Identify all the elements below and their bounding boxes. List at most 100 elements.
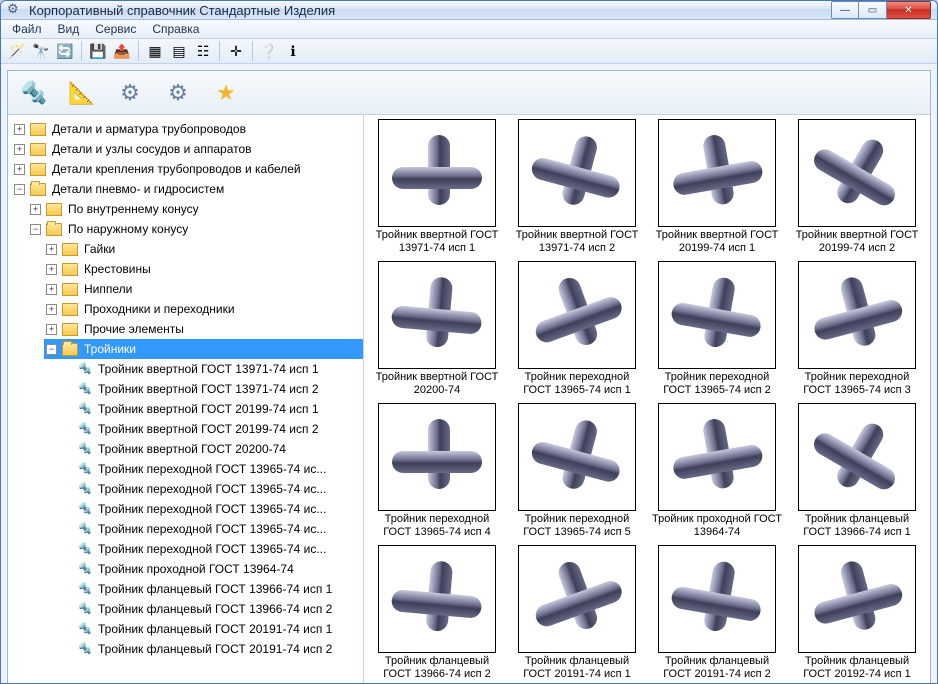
thumbnail-item[interactable]: Тройник ввертной ГОСТ 20200-74	[372, 261, 502, 397]
thumbnail-caption: Тройник ввертной ГОСТ 20199-74 исп 2	[792, 229, 922, 255]
expand-icon[interactable]: +	[14, 124, 25, 135]
tree-leaf[interactable]: 🔩Тройник фланцевый ГОСТ 13966-74 исп 2	[60, 599, 363, 619]
thumbnail-caption: Тройник фланцевый ГОСТ 20191-74 исп 2	[652, 655, 782, 681]
part-icon: 🔩	[78, 642, 92, 656]
tree-folder[interactable]: − Детали пневмо- и гидросистем	[12, 179, 363, 199]
expand-icon[interactable]: +	[46, 324, 57, 335]
tree-leaf[interactable]: 🔩Тройник ввертной ГОСТ 20200-74	[60, 439, 363, 459]
thumbnail-item[interactable]: Тройник переходной ГОСТ 13965-74 исп 1	[512, 261, 642, 397]
tree-leaf[interactable]: 🔩Тройник переходной ГОСТ 13965-74 ис...	[60, 479, 363, 499]
thumbnail-render	[658, 545, 776, 653]
favorite-icon[interactable]: ★	[204, 74, 248, 112]
collapse-icon[interactable]: −	[14, 184, 25, 195]
tree-leaf[interactable]: 🔩Тройник фланцевый ГОСТ 13966-74 исп 1	[60, 579, 363, 599]
tree-node-label: По наружному конусу	[68, 220, 188, 238]
drawing-icon[interactable]: 📐	[60, 74, 104, 112]
tree-folder[interactable]: + Детали и узлы сосудов и аппаратов	[12, 139, 363, 159]
thumbnail-item[interactable]: Тройник ввертной ГОСТ 20199-74 исп 1	[652, 119, 782, 255]
binoculars-icon[interactable]: 🔭	[29, 39, 53, 63]
tree-node-label: Тройник фланцевый ГОСТ 13966-74 исп 1	[98, 580, 332, 598]
maximize-button[interactable]: ▭	[859, 1, 887, 19]
expand-icon[interactable]: +	[30, 204, 41, 215]
thumbnail-caption: Тройник ввертной ГОСТ 20199-74 исп 1	[652, 229, 782, 255]
tree-leaf[interactable]: 🔩Тройник ввертной ГОСТ 20199-74 исп 1	[60, 399, 363, 419]
thumbnail-item[interactable]: Тройник фланцевый ГОСТ 20191-74 исп 1	[512, 545, 642, 681]
help-icon[interactable]: ❔	[257, 39, 281, 63]
menu-файл[interactable]: Файл	[5, 20, 49, 38]
expand-icon[interactable]: +	[14, 164, 25, 175]
expand-icon[interactable]: +	[14, 144, 25, 155]
info-icon[interactable]: ℹ	[281, 39, 305, 63]
gallery-pane[interactable]: Тройник ввертной ГОСТ 13971-74 исп 1Трой…	[364, 115, 930, 684]
tree-node-label: Ниппели	[84, 280, 132, 298]
tree-leaf[interactable]: 🔩Тройник ввертной ГОСТ 13971-74 исп 1	[60, 359, 363, 379]
thumbnail-item[interactable]: Тройник проходной ГОСТ 13964-74	[652, 403, 782, 539]
tree-node-label: По внутреннему конусу	[68, 200, 199, 218]
collapse-icon[interactable]: −	[30, 224, 41, 235]
wizard-icon[interactable]: 🪄	[5, 39, 29, 63]
menu-вид[interactable]: Вид	[51, 20, 87, 38]
tree-leaf[interactable]: 🔩 Тройник фланцевый ГОСТ 20191-74 исп 2	[60, 639, 363, 659]
part-icon: 🔩	[78, 562, 92, 576]
export-icon[interactable]: 📤	[110, 39, 134, 63]
tree-folder[interactable]: +Детали и арматура трубопроводов	[12, 119, 363, 139]
part-icon: 🔩	[78, 482, 92, 496]
tree-leaf[interactable]: 🔩Тройник переходной ГОСТ 13965-74 ис...	[60, 519, 363, 539]
app-gear-icon	[7, 2, 23, 18]
collapse-icon[interactable]: −	[46, 344, 57, 355]
expand-icon[interactable]: +	[46, 244, 57, 255]
thumbnail-caption: Тройник переходной ГОСТ 13965-74 исп 2	[652, 371, 782, 397]
menu-справка[interactable]: Справка	[145, 20, 206, 38]
refresh-icon[interactable]: 🔄	[53, 39, 77, 63]
tree-folder[interactable]: +Крестовины	[44, 259, 363, 279]
tree-folder[interactable]: + Ниппели	[44, 279, 363, 299]
expand-icon[interactable]: +	[46, 284, 57, 295]
close-button[interactable]: ✕	[887, 1, 931, 19]
thumbnail-item[interactable]: Тройник фланцевый ГОСТ 20191-74 исп 2	[652, 545, 782, 681]
tree-node-label: Тройник фланцевый ГОСТ 20191-74 исп 2	[98, 640, 332, 658]
thumbnail-item[interactable]: Тройник ввертной ГОСТ 20199-74 исп 2	[792, 119, 922, 255]
thumbnail-item[interactable]: Тройник ввертной ГОСТ 13971-74 исп 1	[372, 119, 502, 255]
tree-node-label: Гайки	[84, 240, 115, 258]
thumbnail-item[interactable]: Тройник фланцевый ГОСТ 20192-74 исп 1	[792, 545, 922, 681]
thumbnail-item[interactable]: Тройник переходной ГОСТ 13965-74 исп 2	[652, 261, 782, 397]
thumbnail-caption: Тройник переходной ГОСТ 13965-74 исп 4	[372, 513, 502, 539]
grid-view-icon[interactable]: ▦	[143, 39, 167, 63]
tree-node-label: Детали пневмо- и гидросистем	[52, 180, 224, 198]
gear-icon[interactable]: ⚙	[156, 74, 200, 112]
tree-node-label: Тройник переходной ГОСТ 13965-74 ис...	[98, 520, 326, 538]
thumbnail-render	[658, 261, 776, 369]
tree-folder[interactable]: +Детали крепления трубопроводов и кабеле…	[12, 159, 363, 179]
list-view-icon[interactable]: ▤	[167, 39, 191, 63]
tree-folder[interactable]: + Гайки	[44, 239, 363, 259]
tree-folder[interactable]: +Прочие элементы	[44, 319, 363, 339]
tree-pane[interactable]: +Детали и арматура трубопроводов+Детали …	[8, 115, 364, 684]
tree-leaf[interactable]: 🔩Тройник переходной ГОСТ 13965-74 ис...	[60, 499, 363, 519]
thumbnail-item[interactable]: Тройник переходной ГОСТ 13965-74 исп 3	[792, 261, 922, 397]
axes-icon[interactable]: ✛	[224, 39, 248, 63]
tree-leaf[interactable]: 🔩Тройник фланцевый ГОСТ 20191-74 исп 1	[60, 619, 363, 639]
thumbnail-item[interactable]: Тройник ввертной ГОСТ 13971-74 исп 2	[512, 119, 642, 255]
tree-leaf[interactable]: 🔩Тройник проходной ГОСТ 13964-74	[60, 559, 363, 579]
save-icon[interactable]: 💾	[86, 39, 110, 63]
bolt-icon[interactable]: 🔩	[12, 74, 56, 112]
fastener-icon[interactable]: ⚙	[108, 74, 152, 112]
minimize-button[interactable]: —	[831, 1, 859, 19]
tree-folder[interactable]: −Тройники	[44, 339, 363, 359]
tree-leaf[interactable]: 🔩Тройник переходной ГОСТ 13965-74 ис...	[60, 459, 363, 479]
tree-folder[interactable]: +Проходники и переходники	[44, 299, 363, 319]
tree-folder[interactable]: − По наружному конусу	[28, 219, 363, 239]
tree-leaf[interactable]: 🔩Тройник переходной ГОСТ 13965-74 ис...	[60, 539, 363, 559]
thumbnail-item[interactable]: Тройник переходной ГОСТ 13965-74 исп 4	[372, 403, 502, 539]
thumbnail-item[interactable]: Тройник фланцевый ГОСТ 13966-74 исп 2	[372, 545, 502, 681]
details-view-icon[interactable]: ☷	[191, 39, 215, 63]
tree-leaf[interactable]: 🔩Тройник ввертной ГОСТ 20199-74 исп 2	[60, 419, 363, 439]
thumbnail-item[interactable]: Тройник переходной ГОСТ 13965-74 исп 5	[512, 403, 642, 539]
expand-icon[interactable]: +	[46, 264, 57, 275]
tree-node-label: Детали и узлы сосудов и аппаратов	[52, 140, 252, 158]
menu-сервис[interactable]: Сервис	[88, 20, 143, 38]
tree-folder[interactable]: + По внутреннему конусу	[28, 199, 363, 219]
tree-leaf[interactable]: 🔩Тройник ввертной ГОСТ 13971-74 исп 2	[60, 379, 363, 399]
expand-icon[interactable]: +	[46, 304, 57, 315]
thumbnail-item[interactable]: Тройник фланцевый ГОСТ 13966-74 исп 1	[792, 403, 922, 539]
